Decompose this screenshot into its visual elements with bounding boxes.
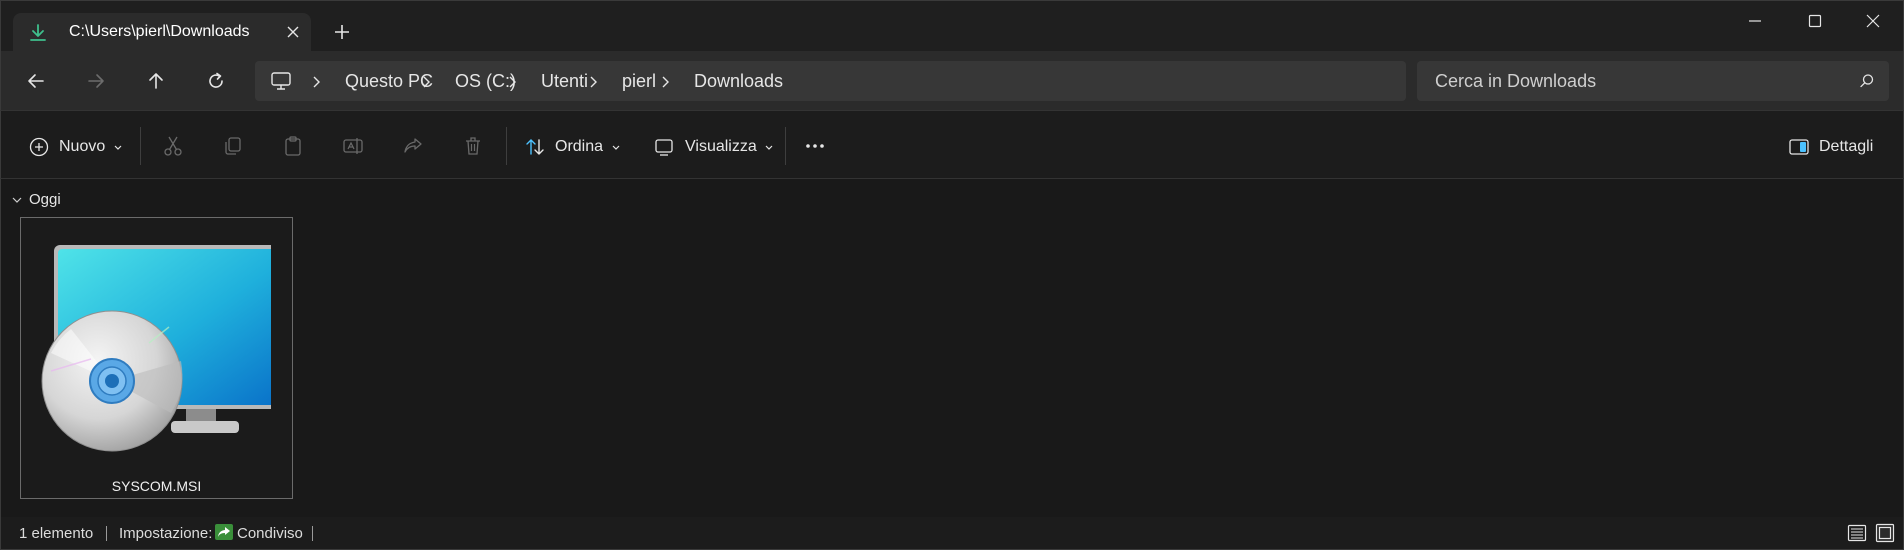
sort-icon: [526, 139, 544, 155]
close-tab-icon[interactable]: [283, 22, 303, 42]
shared-status-icon: [215, 524, 233, 540]
copy-icon[interactable]: [221, 134, 245, 158]
address-bar[interactable]: Questo PC OS (C:) Utenti pierl Downloads: [255, 61, 1406, 101]
forward-arrow-icon[interactable]: [82, 67, 110, 95]
delete-icon[interactable]: [461, 134, 485, 158]
view-monitor-icon: [655, 139, 673, 156]
status-bar: 1 elemento Impostazione: Condiviso: [0, 517, 1904, 550]
file-name: SYSCOM.MSI: [111, 478, 202, 494]
refresh-icon[interactable]: [202, 67, 230, 95]
details-view-icon[interactable]: [1847, 523, 1867, 543]
chevron-down-icon: [114, 145, 122, 150]
more-options-icon[interactable]: [803, 134, 827, 158]
rename-icon[interactable]: [341, 134, 365, 158]
chevron-right-icon[interactable]: [505, 74, 519, 90]
msi-installer-icon: [41, 245, 271, 452]
view-label: Visualizza: [685, 138, 757, 155]
details-label: Dettagli: [1819, 138, 1874, 155]
maximize-icon[interactable]: [1793, 9, 1837, 33]
file-view: Oggi SYSCOM.MSI: [0, 179, 1904, 517]
new-label: Nuovo: [59, 138, 106, 155]
paste-icon[interactable]: [281, 134, 305, 158]
up-arrow-icon[interactable]: [142, 67, 170, 95]
sort-label: Ordina: [555, 138, 604, 155]
navigation-bar: Questo PC OS (C:) Utenti pierl Downloads…: [0, 51, 1904, 110]
sort-button[interactable]: Ordina: [523, 133, 622, 161]
new-button[interactable]: Nuovo: [27, 133, 124, 161]
cut-icon[interactable]: [161, 134, 185, 158]
setting-label: Impostazione:: [119, 525, 213, 542]
download-icon: [30, 24, 46, 41]
breadcrumb-pierl[interactable]: pierl: [622, 71, 656, 92]
chevron-right-icon[interactable]: [419, 74, 433, 90]
search-icon[interactable]: [1859, 73, 1875, 89]
file-item[interactable]: SYSCOM.MSI: [20, 217, 293, 499]
chevron-right-icon[interactable]: [658, 74, 672, 90]
plus-circle-icon: [29, 137, 49, 157]
this-pc-icon[interactable]: [270, 71, 292, 91]
chevron-right-icon[interactable]: [586, 74, 600, 90]
toolbar-divider: [506, 127, 507, 165]
shared-label: Condiviso: [237, 525, 303, 542]
breadcrumb-utenti[interactable]: Utenti: [541, 71, 588, 92]
large-icons-view-icon[interactable]: [1875, 523, 1895, 543]
chevron-down-icon: [765, 145, 773, 150]
chevron-right-icon[interactable]: [309, 74, 323, 90]
status-divider: [106, 526, 107, 541]
tab-downloads[interactable]: C:\Users\pierl\Downloads: [13, 13, 311, 53]
group-label: Oggi: [29, 191, 61, 208]
title-bar: C:\Users\pierl\Downloads: [0, 0, 1904, 53]
group-header-today[interactable]: Oggi: [11, 191, 61, 208]
toolbar-divider: [785, 127, 786, 165]
search-input[interactable]: Cerca in Downloads: [1417, 61, 1889, 101]
share-icon[interactable]: [401, 134, 425, 158]
details-pane-icon: [1789, 139, 1809, 155]
toolbar-divider: [140, 127, 141, 165]
command-bar: Nuovo Ordina Visualizza Dettagli: [0, 110, 1904, 179]
search-placeholder: Cerca in Downloads: [1435, 71, 1597, 91]
close-window-icon[interactable]: [1851, 9, 1895, 33]
details-button[interactable]: Dettagli: [1787, 133, 1873, 161]
view-button[interactable]: Visualizza: [652, 133, 775, 161]
chevron-down-icon: [612, 145, 620, 150]
item-count: 1 elemento: [19, 525, 94, 542]
breadcrumb-downloads[interactable]: Downloads: [694, 71, 783, 92]
chevron-down-icon[interactable]: [11, 194, 23, 206]
minimize-icon[interactable]: [1733, 9, 1777, 33]
tab-title: C:\Users\pierl\Downloads: [69, 23, 250, 40]
new-tab-icon[interactable]: [331, 21, 353, 43]
back-arrow-icon[interactable]: [22, 67, 50, 95]
status-divider: [312, 526, 313, 541]
